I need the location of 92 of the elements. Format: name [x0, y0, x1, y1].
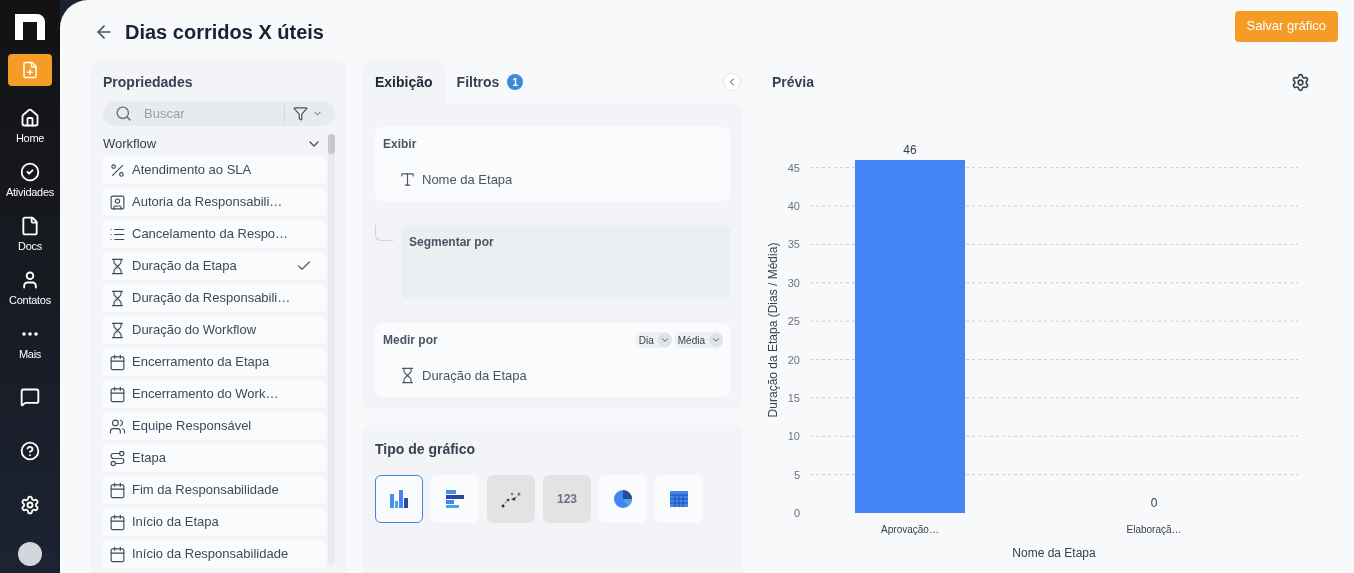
pie-chart-icon — [612, 488, 634, 510]
calendar-icon — [109, 545, 126, 563]
person-card-icon — [109, 193, 126, 211]
nav-item[interactable]: Home — [1, 102, 59, 152]
nav-item[interactable]: Atividades — [1, 156, 59, 206]
preview-title: Prévia — [772, 72, 815, 92]
property-item[interactable]: Início da Responsabilidade — [103, 540, 326, 568]
settings-icon[interactable] — [1291, 72, 1310, 92]
settings-icon — [20, 495, 40, 515]
avatar[interactable] — [18, 542, 42, 566]
y-tick-label: 40 — [787, 200, 800, 213]
hourglass-icon — [109, 257, 126, 275]
column-chart-icon — [388, 488, 410, 510]
card-title: Medir por — [383, 332, 438, 349]
property-item[interactable]: Duração da Responsabili… — [103, 284, 326, 312]
nav-item[interactable]: Docs — [1, 210, 59, 260]
chart-type-button[interactable] — [375, 475, 423, 523]
search-input[interactable]: Buscar — [144, 103, 254, 124]
more-icon — [22, 332, 38, 336]
y-tick-label: 0 — [793, 507, 800, 519]
property-item[interactable]: Duração da Etapa — [103, 252, 326, 280]
property-item[interactable]: Fim da Responsabilidade — [103, 476, 326, 504]
hourglass-icon — [109, 289, 126, 307]
y-tick-label: 25 — [787, 315, 800, 328]
y-tick-label: 20 — [787, 353, 800, 366]
x-tick-label: Aprovação… — [881, 524, 939, 535]
document-icon — [20, 216, 40, 236]
bar-chart-icon — [444, 488, 466, 510]
property-item[interactable]: Atendimento ao SLA — [103, 156, 326, 184]
y-tick-label: 10 — [787, 430, 800, 443]
property-item[interactable]: Cancelamento da Respo… — [103, 220, 326, 248]
home-icon — [20, 108, 40, 128]
table-icon — [668, 488, 690, 510]
y-tick-label: 45 — [787, 161, 800, 174]
chart-type-button[interactable] — [599, 475, 647, 523]
x-axis-title: Nome da Etapa — [1012, 546, 1096, 560]
unit-select[interactable]: Dia — [634, 332, 672, 348]
connector-line — [375, 225, 393, 241]
group-label: Workflow — [103, 135, 157, 154]
field-label: Nome da Etapa — [422, 171, 513, 189]
chart-type-button[interactable] — [655, 475, 703, 523]
field-label: Duração da Etapa — [422, 367, 527, 385]
help-icon — [20, 441, 40, 461]
search-icon — [115, 105, 132, 122]
people-icon — [109, 417, 126, 435]
caret-icon — [659, 335, 670, 345]
hourglass-icon — [109, 321, 126, 339]
calendar-icon — [109, 513, 126, 531]
card-title: Exibir — [383, 136, 418, 153]
y-tick-label: 35 — [787, 238, 800, 251]
section-title: Tipo de gráfico — [375, 440, 477, 459]
x-tick-label: Elaboraçã… — [1126, 524, 1182, 535]
tab[interactable]: Exibição — [363, 60, 445, 104]
check-circle-icon — [20, 162, 40, 182]
property-item[interactable]: Autoria da Responsabili… — [103, 188, 326, 216]
calendar-icon — [109, 481, 126, 499]
data-label: 46 — [903, 143, 917, 157]
property-item[interactable]: Equipe Responsável — [103, 412, 326, 440]
property-item[interactable]: Encerramento da Etapa — [103, 348, 326, 376]
person-icon — [20, 270, 40, 290]
data-label: 0 — [1150, 496, 1158, 510]
y-tick-label: 5 — [793, 468, 800, 481]
filter-icon[interactable] — [293, 106, 308, 121]
page-title: Dias corridos X úteis — [125, 20, 324, 45]
search-field[interactable]: Buscar — [103, 101, 335, 126]
aggregation-select[interactable]: Média — [673, 332, 723, 348]
number-chart-label: 123 — [557, 491, 577, 508]
caret-icon — [711, 335, 721, 345]
y-tick-label: 30 — [787, 276, 800, 289]
tab[interactable]: Filtros 1 — [444, 60, 536, 104]
calendar-icon — [109, 353, 126, 371]
text-icon — [399, 171, 416, 189]
panel-title: Propriedades — [103, 73, 194, 92]
logo — [13, 12, 47, 42]
property-item[interactable]: Etapa — [103, 444, 326, 472]
chat-icon — [20, 387, 40, 407]
property-item[interactable]: Duração do Workflow — [103, 316, 326, 344]
segment-dropzone[interactable]: Segmentar por — [401, 225, 731, 299]
property-item[interactable]: Início da Etapa — [103, 508, 326, 536]
y-axis-title: Duração da Etapa (Dias / Média) — [766, 242, 780, 418]
percent-icon — [109, 161, 126, 179]
nav-item[interactable]: Mais — [1, 318, 59, 368]
property-item[interactable]: Encerramento do Work… — [103, 380, 326, 408]
calendar-icon — [109, 385, 126, 403]
hourglass-icon — [399, 367, 416, 385]
nav-item[interactable]: Contatos — [1, 264, 59, 314]
collapse-button[interactable] — [723, 73, 741, 91]
chart-type-button[interactable] — [431, 475, 479, 523]
add-document-icon — [21, 61, 39, 79]
route-icon — [109, 449, 126, 467]
count-badge: 1 — [507, 74, 524, 90]
y-tick-label: 15 — [787, 391, 800, 404]
